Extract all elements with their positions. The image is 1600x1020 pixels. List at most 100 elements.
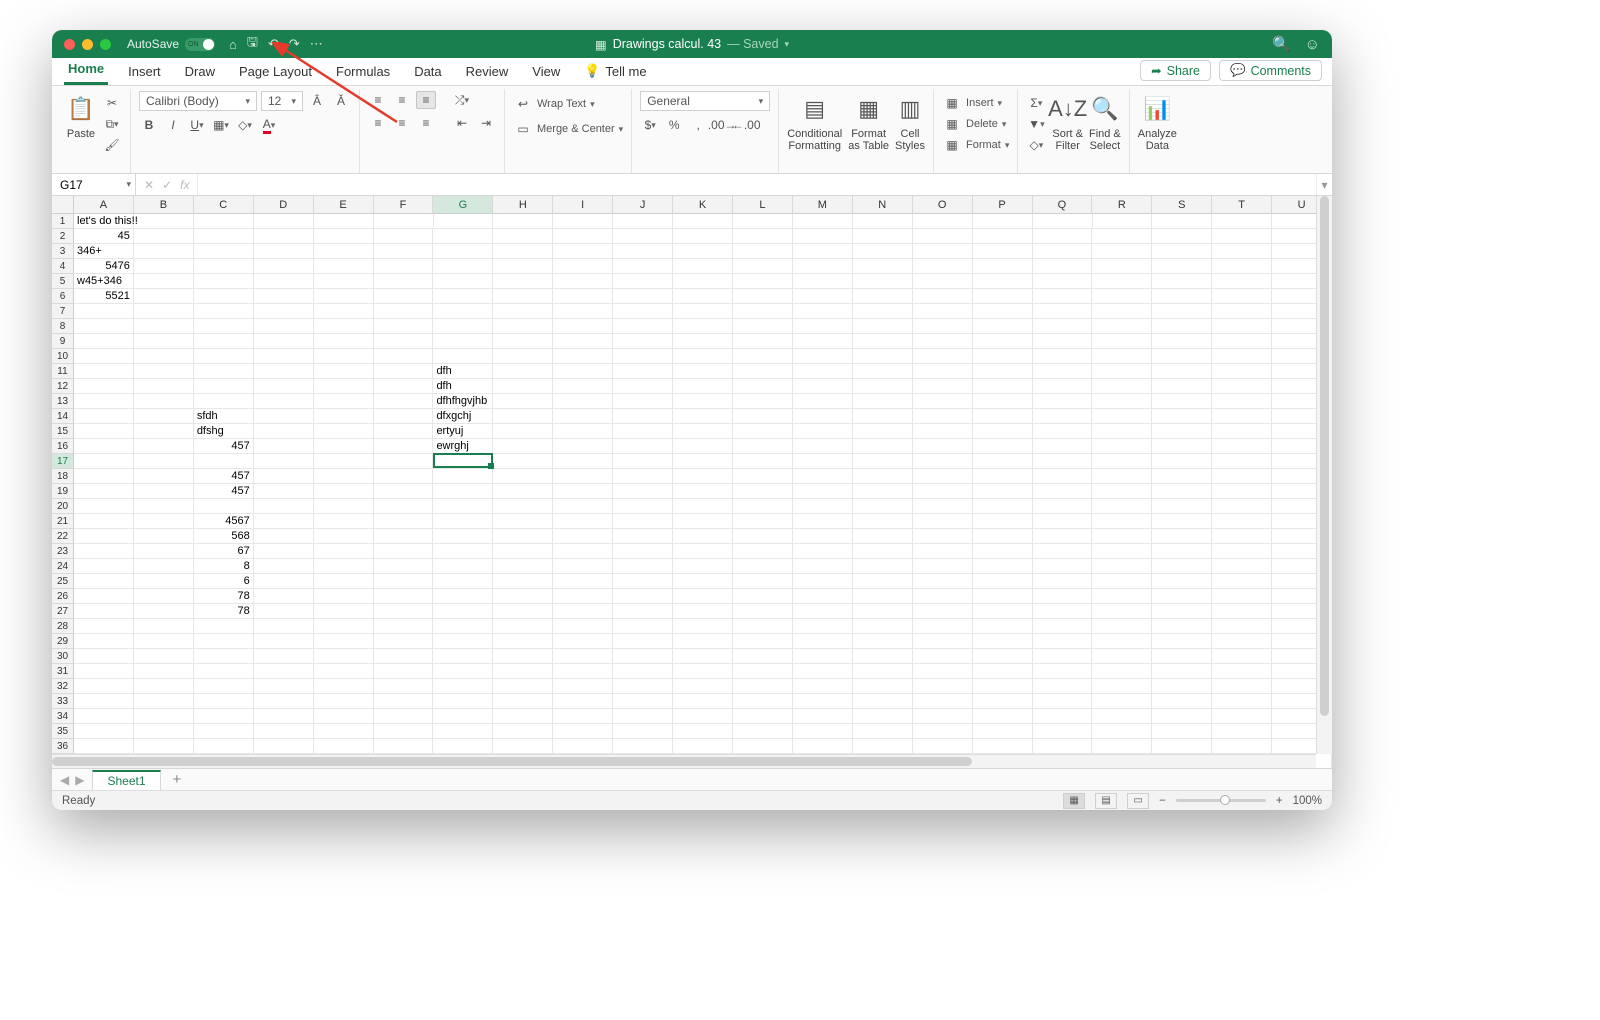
orientation-icon[interactable]: ⤮▾ bbox=[452, 91, 472, 109]
cell-H24[interactable] bbox=[493, 559, 553, 574]
col-header-K[interactable]: K bbox=[673, 196, 733, 214]
cell-C34[interactable] bbox=[194, 709, 254, 724]
comments-button[interactable]: 💬 Comments bbox=[1219, 60, 1322, 81]
cell-F14[interactable] bbox=[374, 409, 434, 424]
cell-B25[interactable] bbox=[134, 574, 194, 589]
cell-H8[interactable] bbox=[493, 319, 553, 334]
cell-T14[interactable] bbox=[1212, 409, 1272, 424]
cell-R34[interactable] bbox=[1092, 709, 1152, 724]
cell-L30[interactable] bbox=[733, 649, 793, 664]
cell-R19[interactable] bbox=[1092, 484, 1152, 499]
cell-T32[interactable] bbox=[1212, 679, 1272, 694]
cell-P18[interactable] bbox=[973, 469, 1033, 484]
cell-P32[interactable] bbox=[973, 679, 1033, 694]
cell-D32[interactable] bbox=[254, 679, 314, 694]
cell-A12[interactable] bbox=[74, 379, 134, 394]
cell-M31[interactable] bbox=[793, 664, 853, 679]
decrease-indent-icon[interactable]: ⇤ bbox=[452, 114, 472, 132]
cell-P14[interactable] bbox=[973, 409, 1033, 424]
col-header-F[interactable]: F bbox=[374, 196, 434, 214]
cell-J31[interactable] bbox=[613, 664, 673, 679]
cell-O3[interactable] bbox=[913, 244, 973, 259]
cell-G27[interactable] bbox=[433, 604, 493, 619]
cell-J36[interactable] bbox=[613, 739, 673, 754]
cell-B32[interactable] bbox=[134, 679, 194, 694]
cell-N35[interactable] bbox=[853, 724, 913, 739]
row-header-16[interactable]: 16 bbox=[52, 439, 74, 454]
cell-N23[interactable] bbox=[853, 544, 913, 559]
cell-K21[interactable] bbox=[673, 514, 733, 529]
cell-B31[interactable] bbox=[134, 664, 194, 679]
cell-M4[interactable] bbox=[793, 259, 853, 274]
cell-I16[interactable] bbox=[553, 439, 613, 454]
cell-Q33[interactable] bbox=[1033, 694, 1093, 709]
cell-B18[interactable] bbox=[134, 469, 194, 484]
cell-T19[interactable] bbox=[1212, 484, 1272, 499]
cell-A1[interactable]: let's do this!! bbox=[74, 214, 134, 229]
cell-C3[interactable] bbox=[194, 244, 254, 259]
cell-J26[interactable] bbox=[613, 589, 673, 604]
vertical-scrollbar[interactable] bbox=[1316, 196, 1332, 754]
cell-N13[interactable] bbox=[853, 394, 913, 409]
cell-J11[interactable] bbox=[613, 364, 673, 379]
cell-L15[interactable] bbox=[733, 424, 793, 439]
cell-Q8[interactable] bbox=[1033, 319, 1093, 334]
cell-K14[interactable] bbox=[673, 409, 733, 424]
align-left-icon[interactable]: ≡ bbox=[368, 114, 388, 132]
redo-icon[interactable]: ↷ bbox=[289, 36, 300, 52]
minimize-window[interactable] bbox=[82, 39, 93, 50]
cell-A28[interactable] bbox=[74, 619, 134, 634]
cell-T2[interactable] bbox=[1212, 229, 1272, 244]
cell-I5[interactable] bbox=[553, 274, 613, 289]
cell-M6[interactable] bbox=[793, 289, 853, 304]
cell-S28[interactable] bbox=[1152, 619, 1212, 634]
cell-M7[interactable] bbox=[793, 304, 853, 319]
expand-formula-bar[interactable]: ▾ bbox=[1316, 174, 1332, 195]
cell-A11[interactable] bbox=[74, 364, 134, 379]
cell-E6[interactable] bbox=[314, 289, 374, 304]
view-normal-icon[interactable]: ▦ bbox=[1063, 793, 1085, 809]
cell-H32[interactable] bbox=[493, 679, 553, 694]
cell-N8[interactable] bbox=[853, 319, 913, 334]
cell-F19[interactable] bbox=[374, 484, 434, 499]
cell-G22[interactable] bbox=[433, 529, 493, 544]
cell-C1[interactable] bbox=[194, 214, 254, 229]
cell-I3[interactable] bbox=[553, 244, 613, 259]
col-header-C[interactable]: C bbox=[194, 196, 254, 214]
cell-K15[interactable] bbox=[673, 424, 733, 439]
cell-K11[interactable] bbox=[673, 364, 733, 379]
cell-B6[interactable] bbox=[134, 289, 194, 304]
cell-H7[interactable] bbox=[493, 304, 553, 319]
cell-R8[interactable] bbox=[1092, 319, 1152, 334]
cell-Q11[interactable] bbox=[1033, 364, 1093, 379]
cell-P23[interactable] bbox=[973, 544, 1033, 559]
cell-F22[interactable] bbox=[374, 529, 434, 544]
cell-I4[interactable] bbox=[553, 259, 613, 274]
cell-I2[interactable] bbox=[553, 229, 613, 244]
cell-J33[interactable] bbox=[613, 694, 673, 709]
cell-F1[interactable] bbox=[374, 214, 434, 229]
cell-B30[interactable] bbox=[134, 649, 194, 664]
cell-M36[interactable] bbox=[793, 739, 853, 754]
cell-J12[interactable] bbox=[613, 379, 673, 394]
cell-M21[interactable] bbox=[793, 514, 853, 529]
cell-M13[interactable] bbox=[793, 394, 853, 409]
cell-S19[interactable] bbox=[1152, 484, 1212, 499]
cell-M11[interactable] bbox=[793, 364, 853, 379]
cell-Q24[interactable] bbox=[1033, 559, 1093, 574]
cell-H16[interactable] bbox=[493, 439, 553, 454]
cell-E19[interactable] bbox=[314, 484, 374, 499]
autosave-switch[interactable]: ON bbox=[185, 38, 215, 51]
cell-L9[interactable] bbox=[733, 334, 793, 349]
cell-K16[interactable] bbox=[673, 439, 733, 454]
cell-P4[interactable] bbox=[973, 259, 1033, 274]
cell-A7[interactable] bbox=[74, 304, 134, 319]
col-header-M[interactable]: M bbox=[793, 196, 853, 214]
cell-A20[interactable] bbox=[74, 499, 134, 514]
cell-T6[interactable] bbox=[1212, 289, 1272, 304]
font-name-select[interactable]: Calibri (Body)▾ bbox=[139, 91, 257, 111]
cell-R30[interactable] bbox=[1092, 649, 1152, 664]
cell-I34[interactable] bbox=[553, 709, 613, 724]
row-header-26[interactable]: 26 bbox=[52, 589, 74, 604]
cell-F21[interactable] bbox=[374, 514, 434, 529]
